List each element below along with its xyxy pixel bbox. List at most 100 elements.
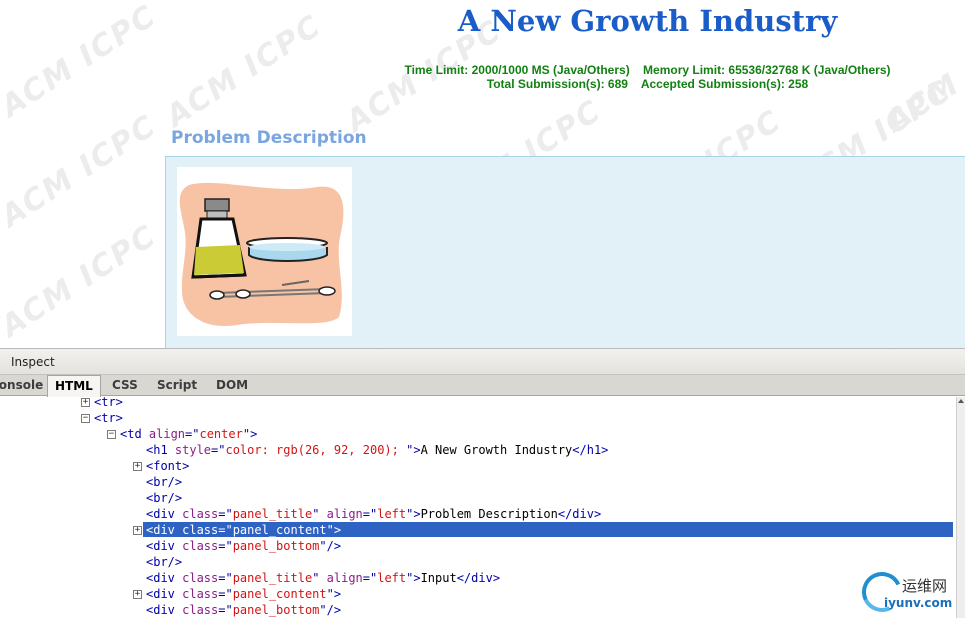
tree-node-token: left bbox=[377, 571, 407, 585]
tree-node-token: <div bbox=[146, 603, 183, 617]
tree-node-token: panel_title bbox=[232, 507, 313, 521]
tree-node-token: <h1 bbox=[146, 443, 175, 457]
tree-node-token: " bbox=[312, 507, 327, 521]
tree-node[interactable]: <div class="panel_title" align="left">Pr… bbox=[146, 506, 601, 522]
tree-node-token: <tr> bbox=[94, 397, 123, 409]
tree-node-token: A New Growth Industry bbox=[420, 443, 573, 457]
tree-node-token: "/> bbox=[319, 603, 342, 617]
tree-node[interactable]: <br/> bbox=[146, 554, 182, 570]
devtools-toolbar: Inspect bbox=[0, 349, 965, 375]
tree-node-token: "> bbox=[242, 427, 258, 441]
tree-node-token: panel_bottom bbox=[232, 539, 320, 553]
tree-node-token: =" bbox=[218, 507, 233, 521]
tree-node-token: =" bbox=[218, 571, 233, 585]
tab-css[interactable]: CSS bbox=[112, 375, 138, 396]
tree-node-token: <div bbox=[146, 507, 183, 521]
tree-node-token: panel_title bbox=[232, 571, 313, 585]
site-watermark-logo: 运维网 iyunv.com bbox=[856, 566, 965, 618]
scroll-up-icon[interactable] bbox=[958, 399, 964, 403]
memory-limit: Memory Limit: 65536/32768 K (Java/Others… bbox=[643, 63, 891, 77]
tree-node[interactable]: <div class="panel_content"> bbox=[146, 586, 341, 602]
tree-node-token: <br/> bbox=[146, 555, 183, 569]
tree-node-token: =" bbox=[218, 603, 233, 617]
tree-node-token: " bbox=[312, 571, 327, 585]
tree-node[interactable]: <br/> bbox=[146, 474, 182, 490]
tree-node-token: left bbox=[377, 507, 407, 521]
tree-node-token: class bbox=[182, 587, 219, 601]
tree-node-token: =" bbox=[362, 507, 378, 521]
tree-node-token: align bbox=[326, 507, 363, 521]
lab-equipment-icon bbox=[179, 182, 344, 327]
tree-node-token: "> bbox=[406, 443, 421, 457]
html-tree: + <tr> − <tr> − <td align="center"> <h1 style=… bbox=[0, 397, 956, 618]
tree-node-token: <td bbox=[120, 427, 149, 441]
tree-node-token: class bbox=[182, 603, 219, 617]
submissions-line: Total Submission(s): 689 Accepted Submis… bbox=[0, 77, 965, 91]
tree-node-token: "/> bbox=[319, 539, 342, 553]
collapse-node-icon[interactable]: − bbox=[107, 430, 116, 439]
tree-node-token: =" bbox=[218, 587, 233, 601]
tree-node-token: class bbox=[182, 507, 219, 521]
tree-node-token: style bbox=[174, 443, 212, 457]
tree-node-token: <div bbox=[146, 523, 183, 537]
tree-node-token: =" bbox=[218, 523, 233, 537]
tree-node-token: panel_bottom bbox=[232, 603, 320, 617]
tree-node-token: <div bbox=[146, 587, 183, 601]
problem-page: ACM ICPC ACM ICPC ACM ICPC ACM ICPC ACM … bbox=[0, 0, 965, 348]
tree-node-token: =" bbox=[211, 443, 226, 457]
tree-node-token: center bbox=[199, 427, 243, 441]
tree-node-token: </div> bbox=[456, 571, 501, 585]
tree-node-token: panel_content bbox=[232, 587, 327, 601]
time-limit: Time Limit: 2000/1000 MS (Java/Others) bbox=[404, 63, 630, 77]
tree-node-token: <div bbox=[146, 539, 183, 553]
tree-node-token: "> bbox=[406, 507, 421, 521]
logo-text-en: iyunv.com bbox=[884, 596, 953, 610]
browser-window: { "watermark": { "text": "ACM ICPC" }, "… bbox=[0, 0, 965, 618]
tree-node[interactable]: <br/> bbox=[146, 490, 182, 506]
tree-node-token: =" bbox=[218, 539, 233, 553]
tree-node[interactable]: <div class="panel_bottom"/> bbox=[146, 538, 341, 554]
tree-node-token: <font> bbox=[146, 459, 190, 473]
devtools-panel: Inspect Console HTML CSS Script DOM + <tr… bbox=[0, 348, 965, 618]
inspect-button[interactable]: Inspect bbox=[11, 355, 55, 369]
tree-node[interactable]: <h1 style="color: rgb(26, 92, 200); ">A … bbox=[146, 442, 608, 458]
expand-node-icon[interactable]: + bbox=[133, 526, 142, 535]
tree-node-token: "> bbox=[406, 571, 421, 585]
total-submissions: Total Submission(s): 689 bbox=[486, 77, 628, 91]
tree-node-token: </div> bbox=[557, 507, 602, 521]
logo-text-cn: 运维网 bbox=[902, 577, 948, 595]
cropped-header-text bbox=[620, 0, 676, 2]
tree-node-token: Input bbox=[420, 571, 457, 585]
tree-node-token: class bbox=[182, 523, 219, 537]
collapse-node-icon[interactable]: − bbox=[81, 414, 90, 423]
tree-node[interactable]: <div class="panel_title" align="left">In… bbox=[146, 570, 500, 586]
tree-node-token: "> bbox=[326, 587, 342, 601]
tree-node-token: <br/> bbox=[146, 475, 183, 489]
tab-html[interactable]: HTML bbox=[47, 375, 101, 397]
lab-flask-illustration bbox=[177, 167, 352, 336]
tree-node-token: =" bbox=[362, 571, 378, 585]
tree-node-token: align bbox=[326, 571, 363, 585]
problem-title: A New Growth Industry bbox=[457, 4, 838, 38]
tree-node[interactable]: <div class="panel_bottom"/> bbox=[146, 602, 341, 618]
watermark: ACM ICPC bbox=[0, 218, 164, 345]
tree-node-token: </h1> bbox=[572, 443, 609, 457]
tree-node[interactable]: <tr> bbox=[94, 397, 123, 410]
expand-node-icon[interactable]: + bbox=[133, 590, 142, 599]
tree-node-token: class bbox=[182, 571, 219, 585]
tree-node-token: color: rgb(26, 92, 200); bbox=[225, 443, 407, 457]
tree-node-token: "> bbox=[326, 523, 342, 537]
expand-node-icon[interactable]: + bbox=[81, 398, 90, 407]
devtools-tab-bar: Console HTML CSS Script DOM bbox=[0, 375, 965, 397]
tab-console[interactable]: Console bbox=[0, 375, 43, 396]
tree-node-selected[interactable]: <div class="panel_content"> bbox=[146, 522, 341, 538]
tab-dom[interactable]: DOM bbox=[216, 375, 248, 396]
tree-node-token: <br/> bbox=[146, 491, 183, 505]
tab-script[interactable]: Script bbox=[157, 375, 197, 396]
tree-node-token: <tr> bbox=[94, 411, 123, 425]
tree-node[interactable]: <tr> bbox=[94, 410, 123, 426]
expand-node-icon[interactable]: + bbox=[133, 462, 142, 471]
tree-node[interactable]: <td align="center"> bbox=[120, 426, 257, 442]
tree-node-token: panel_content bbox=[232, 523, 327, 537]
tree-node[interactable]: <font> bbox=[146, 458, 189, 474]
